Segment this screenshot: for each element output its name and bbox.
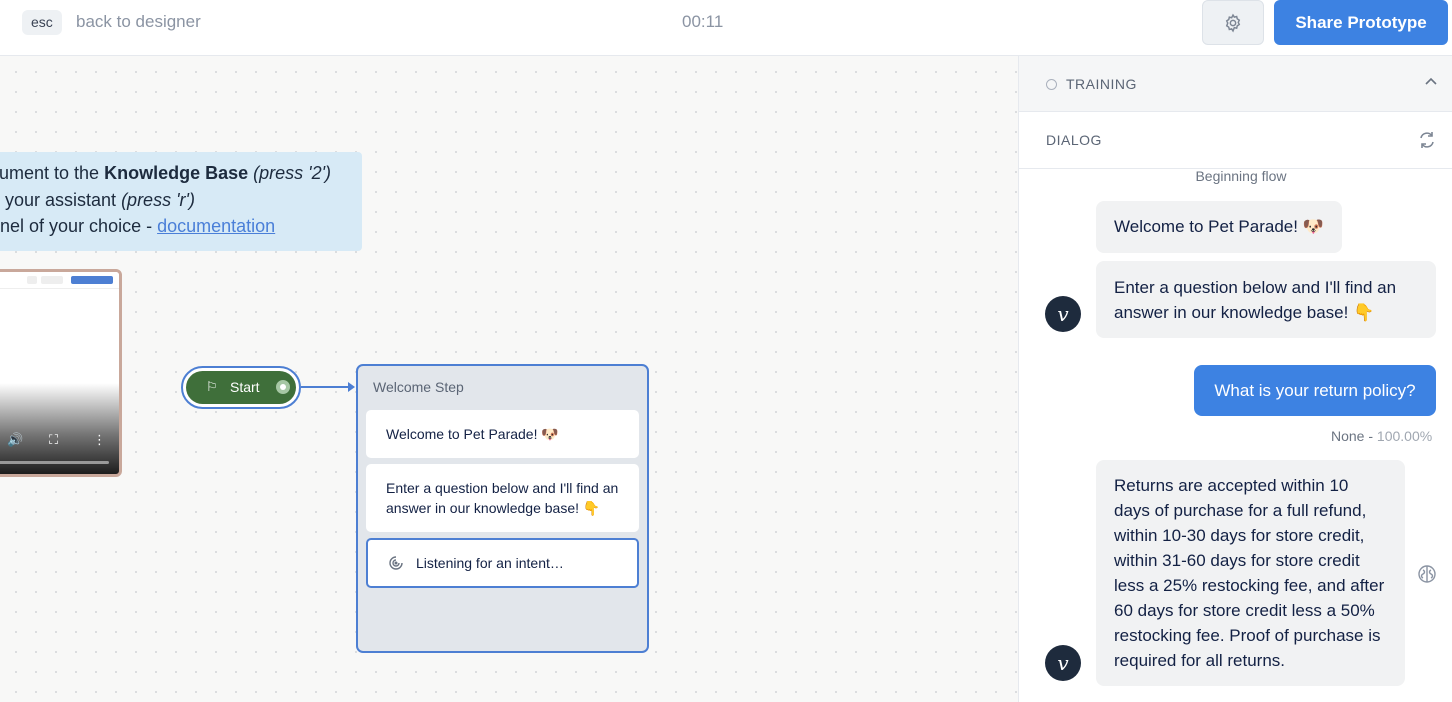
welcome-step-block[interactable]: Welcome Step Welcome to Pet Parade! 🐶 En… <box>356 364 649 653</box>
video-progress-bar[interactable] <box>0 461 109 464</box>
volume-icon[interactable]: 🔊 <box>7 432 23 448</box>
start-label: Start <box>230 379 260 395</box>
step-card-text: Enter a question below and I'll find an … <box>386 480 619 516</box>
flag-icon: ⚐ <box>206 379 218 394</box>
share-prototype-button[interactable]: Share Prototype <box>1274 0 1448 45</box>
knowledge-base-icon[interactable] <box>1417 564 1437 584</box>
refresh-icon[interactable] <box>1417 130 1437 150</box>
gear-icon <box>1225 13 1241 33</box>
back-to-designer-link[interactable]: back to designer <box>76 12 201 32</box>
bot-message: Welcome to Pet Parade! 🐶 <box>1096 201 1342 253</box>
step-card-listening[interactable]: Listening for an intent… <box>366 538 639 588</box>
bot-message: Returns are accepted within 10 days of p… <box>1096 460 1405 686</box>
note-line-3: nnel of your choice - documentation <box>0 216 276 236</box>
intent-match-label: None - 100.00% <box>1331 428 1433 444</box>
chevron-up-icon[interactable] <box>1423 74 1439 90</box>
video-embed[interactable]: 🔊 ⛶ ⋮ <box>0 269 122 477</box>
note-line-1: cument to the Knowledge Base (press '2') <box>0 163 332 183</box>
step-title: Welcome Step <box>373 379 464 395</box>
start-port-dot[interactable] <box>276 380 290 394</box>
training-status-icon <box>1046 79 1057 90</box>
esc-key-badge[interactable]: esc <box>22 10 62 35</box>
note-line-2: n your assistant (press 'r') <box>0 189 195 210</box>
step-card-welcome[interactable]: Welcome to Pet Parade! 🐶 <box>366 410 639 458</box>
bot-message: Enter a question below and I'll find an … <box>1096 261 1436 338</box>
user-message: What is your return policy? <box>1194 365 1436 416</box>
more-options-icon[interactable]: ⋮ <box>93 432 106 448</box>
prototype-panel: TRAINING DIALOG Beginning flow Welcome t… <box>1018 56 1452 702</box>
top-bar: esc back to designer 00:11 Share Prototy… <box>0 0 1452 56</box>
beginning-flow-note: Beginning flow <box>1195 168 1287 184</box>
dialog-label: DIALOG <box>1046 132 1102 148</box>
flow-connector <box>301 386 351 388</box>
flow-canvas[interactable]: cument to the Knowledge Base (press '2')… <box>0 56 1018 702</box>
step-card-text: Listening for an intent… <box>416 555 564 571</box>
assistant-avatar: v <box>1045 296 1081 332</box>
documentation-link[interactable]: documentation <box>157 216 275 236</box>
start-node[interactable]: ⚐ Start <box>181 366 301 409</box>
canvas-note[interactable]: cument to the Knowledge Base (press '2')… <box>0 152 362 251</box>
dialog-section-header: DIALOG <box>1019 112 1452 169</box>
training-section-header[interactable]: TRAINING <box>1019 56 1452 112</box>
session-timer: 00:11 <box>682 12 724 31</box>
video-thumbnail-toolbar <box>0 272 119 289</box>
settings-button[interactable] <box>1202 0 1264 45</box>
listening-icon <box>389 556 403 570</box>
fullscreen-icon[interactable]: ⛶ <box>49 432 58 448</box>
step-card-text: Welcome to Pet Parade! 🐶 <box>386 426 559 442</box>
assistant-avatar: v <box>1045 645 1081 681</box>
step-card-question[interactable]: Enter a question below and I'll find an … <box>366 464 639 532</box>
start-node-body: ⚐ Start <box>186 371 296 404</box>
training-label: TRAINING <box>1066 76 1137 92</box>
connector-arrow-icon <box>348 382 355 392</box>
